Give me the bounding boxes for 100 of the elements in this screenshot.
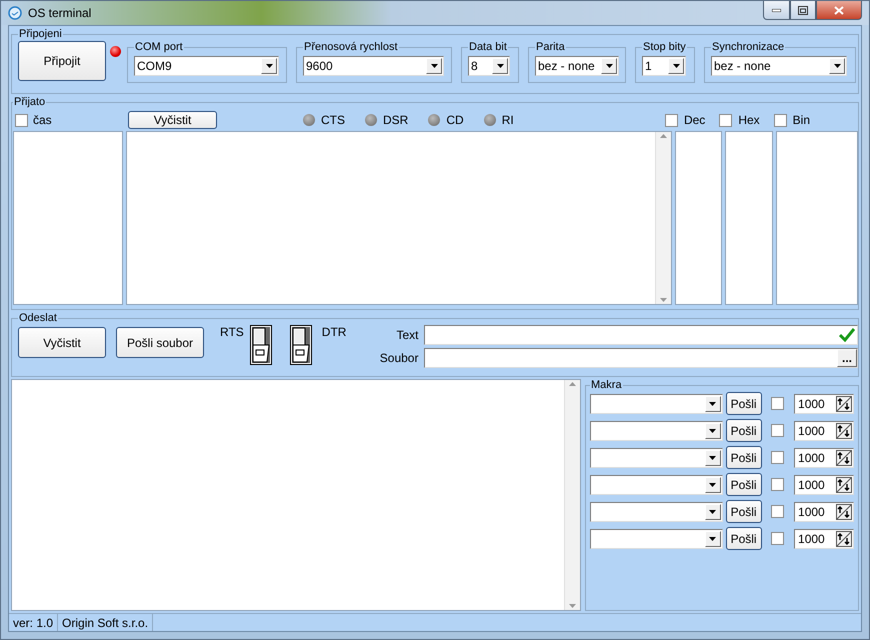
signal-label: DSR [383, 113, 408, 127]
interval-field[interactable]: 1000 [794, 502, 854, 522]
group-title: Makra [590, 379, 623, 392]
spinner-arrows-icon[interactable] [836, 504, 852, 520]
macro-select[interactable] [590, 394, 723, 414]
setting-select[interactable]: 8 [468, 56, 510, 76]
maximize-button[interactable] [790, 1, 816, 20]
input-field[interactable]: ... [424, 348, 858, 368]
minimize-button[interactable] [763, 1, 790, 20]
caret-icon [672, 64, 680, 68]
setting-select[interactable]: 1 [642, 56, 686, 76]
macro-select[interactable] [590, 474, 723, 494]
app-icon [8, 6, 22, 20]
setting-select[interactable]: COM9 [134, 56, 279, 76]
checkbox[interactable] [771, 424, 784, 437]
toggle-switch[interactable] [290, 325, 312, 365]
checkbox-label: Hex [738, 113, 760, 127]
dropdown-arrow-button[interactable] [704, 422, 721, 438]
checkbox[interactable] [771, 532, 784, 545]
checkbox[interactable] [771, 451, 784, 464]
switch-label: RTS [220, 325, 244, 339]
dropdown-arrow-button[interactable] [704, 450, 721, 466]
spinner-arrows-icon[interactable] [836, 476, 852, 492]
toggle-switch[interactable] [250, 325, 272, 365]
macro-select[interactable] [590, 448, 723, 468]
confirm-button[interactable] [837, 326, 857, 344]
checkbox[interactable] [15, 114, 28, 126]
checkbox[interactable] [771, 478, 784, 491]
caret-icon [266, 64, 272, 68]
caret-icon [834, 64, 840, 68]
send-toolbar-button[interactable]: Pošli soubor [116, 327, 204, 358]
spinner-arrows-icon[interactable] [836, 530, 852, 546]
setting-select[interactable]: bez - none [535, 56, 619, 76]
group-title: COM port [134, 41, 184, 54]
interval-field[interactable]: 1000 [794, 448, 854, 468]
status-text: Origin Soft s.r.o. [58, 614, 154, 631]
dropdown-arrow-button[interactable] [704, 476, 721, 492]
spinner-arrows-icon[interactable] [836, 396, 852, 412]
send-macro-button[interactable]: Pošli [726, 527, 762, 550]
input-field[interactable] [424, 325, 858, 345]
checkbox[interactable] [774, 114, 787, 126]
clear-button[interactable]: Vyčistit [128, 111, 217, 129]
caret-icon [709, 402, 716, 406]
checkbox[interactable] [664, 114, 678, 126]
interval-field[interactable]: 1000 [794, 474, 854, 494]
caret-icon [709, 428, 716, 432]
scrollbar[interactable] [655, 132, 671, 304]
status-text: ver: 1.0 [9, 614, 58, 631]
interval-field[interactable]: 1000 [794, 528, 854, 548]
setting-select[interactable]: bez - none [711, 56, 847, 76]
setting-select[interactable]: 9600 [303, 56, 444, 76]
switch-label: DTR [322, 325, 346, 339]
spinner-arrows-icon[interactable] [836, 450, 852, 466]
send-toolbar-button[interactable]: Vyčistit [18, 327, 106, 358]
window-title: OS terminal [28, 6, 92, 20]
send-macro-button[interactable]: Pošli [726, 500, 762, 523]
dropdown-arrow-button[interactable] [668, 58, 684, 74]
send-macro-button[interactable]: Pošli [726, 473, 762, 496]
spinner-arrows-icon[interactable] [836, 422, 852, 438]
scroll-down-icon[interactable] [569, 604, 576, 608]
dropdown-arrow-button[interactable] [426, 58, 442, 74]
dropdown-arrow-button[interactable] [261, 58, 277, 74]
macro-select[interactable] [590, 502, 723, 522]
dropdown-arrow-button[interactable] [829, 58, 845, 74]
interval-field[interactable]: 1000 [794, 420, 854, 440]
group-title: Přijato [13, 96, 46, 109]
caret-icon [709, 456, 716, 460]
group-title: Synchronizace [711, 41, 786, 54]
scroll-up-icon[interactable] [569, 382, 576, 386]
scrollbar[interactable] [564, 380, 580, 610]
connect-button[interactable]: Připojit [18, 41, 106, 81]
caret-icon [606, 64, 612, 68]
send-macro-button[interactable]: Pošli [726, 392, 762, 415]
dropdown-arrow-button[interactable] [704, 396, 721, 412]
group-title: Přenosová rychlost [303, 41, 399, 54]
field-label: Text [395, 328, 418, 342]
group-title: Parita [535, 41, 566, 54]
dropdown-arrow-button[interactable] [492, 58, 508, 74]
send-macro-button[interactable]: Pošli [726, 419, 762, 442]
dropdown-arrow-button[interactable] [704, 504, 721, 520]
browse-button[interactable]: ... [837, 349, 857, 367]
signal-label: CTS [321, 113, 345, 127]
close-button[interactable] [816, 1, 862, 20]
checkbox[interactable] [771, 505, 784, 518]
scroll-up-icon[interactable] [660, 134, 667, 138]
macro-select[interactable] [590, 528, 723, 548]
macro-select[interactable] [590, 420, 723, 440]
group-title: Stop bity [642, 41, 687, 54]
checkbox-label: Dec [684, 113, 706, 127]
signal-label: CD [446, 113, 464, 127]
scroll-down-icon[interactable] [660, 298, 667, 302]
dropdown-arrow-button[interactable] [704, 530, 721, 546]
dropdown-arrow-button[interactable] [601, 58, 617, 74]
minimize-icon [772, 8, 781, 12]
checkbox[interactable] [771, 397, 784, 410]
checkbox[interactable] [719, 114, 732, 126]
caret-icon [709, 510, 716, 514]
interval-field[interactable]: 1000 [794, 394, 854, 414]
send-macro-button[interactable]: Pošli [726, 446, 762, 469]
checkbox-label: Bin [792, 113, 810, 127]
